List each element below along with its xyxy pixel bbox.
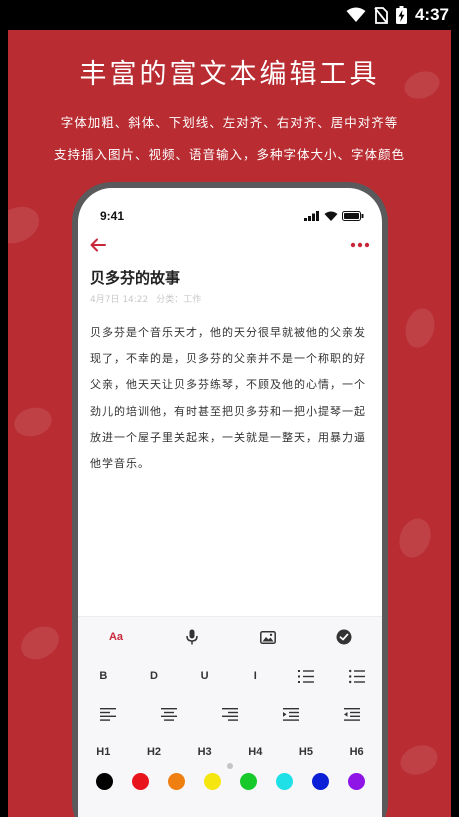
phone-time: 9:41 [100,209,125,223]
system-status-bar: 4:37 [0,0,459,30]
strikethrough-button[interactable]: D [132,662,176,690]
color-swatch-red[interactable] [131,773,149,790]
phone-screen: 9:41 贝多芬的故事 4月7日 14:22 分类：工作 贝多芬是个音乐天才，他… [78,188,382,817]
status-time: 4:37 [414,5,449,24]
battery-icon [342,211,364,221]
microphone-icon[interactable] [170,623,214,651]
toolbar-row-align [78,699,382,729]
toolbar-row-insert: Aa [78,622,382,652]
decorative-bean [15,620,65,666]
decorative-bean [8,199,46,251]
promo-feature-line-2: 支持插入图片、视频、语音输入，多种字体大小、字体颜色 [53,147,405,162]
font-style-button[interactable]: Aa [94,623,138,651]
more-options-icon[interactable] [350,242,370,248]
indent-increase-icon[interactable] [269,700,313,728]
note-nav-bar [90,232,370,258]
indent-decrease-icon[interactable] [330,700,374,728]
no-sim-icon [374,6,388,24]
italic-button[interactable]: I [233,662,277,690]
color-swatch-purple[interactable] [347,773,365,790]
note-meta: 4月7日 14:22 分类：工作 [90,292,201,305]
promo-feature-line-1: 字体加粗、斜体、下划线、左对齐、右对齐、居中对齐等 [60,115,399,130]
bold-button[interactable]: B [81,662,125,690]
font-color-palette [86,773,374,790]
heading-4-button[interactable]: H4 [233,738,277,766]
status-icons: 4:37 [346,5,449,25]
heading-5-button[interactable]: H5 [284,738,328,766]
underline-button[interactable]: U [183,662,227,690]
align-left-icon[interactable] [86,700,130,728]
color-swatch-cyan[interactable] [275,773,293,790]
note-body[interactable]: 贝多芬是个音乐天才，他的天分很早就被他的父亲发现了，不幸的是，贝多芬的父亲并不是… [90,320,370,477]
decorative-bean [396,740,442,780]
promo-panel: 丰富的富文本编辑工具 字体加粗、斜体、下划线、左对齐、右对齐、居中对齐等 支持插… [8,30,451,817]
page-indicator-dot [227,763,233,769]
color-swatch-black[interactable] [95,773,113,790]
align-right-icon[interactable] [208,700,252,728]
wifi-icon [346,7,366,23]
wifi-icon [324,211,338,221]
color-swatch-yellow[interactable] [203,773,221,790]
color-swatch-orange[interactable] [167,773,185,790]
promo-title: 丰富的富文本编辑工具 [79,59,380,90]
phone-status-icons [304,211,364,221]
bullet-list-icon[interactable] [335,662,379,690]
image-icon[interactable] [246,623,290,651]
ordered-list-icon[interactable] [284,662,328,690]
heading-6-button[interactable]: H6 [335,738,379,766]
decorative-bean [401,305,439,351]
heading-2-button[interactable]: H2 [132,738,176,766]
color-swatch-blue[interactable] [311,773,329,790]
color-swatch-green[interactable] [239,773,257,790]
note-title[interactable]: 贝多芬的故事 [90,267,180,288]
note-category: 分类：工作 [156,295,202,305]
note-date: 4月7日 14:22 [90,295,149,305]
battery-charging-icon [395,6,407,24]
phone-status-bar: 9:41 [100,208,364,224]
toolbar-row-format: B D U I [78,661,382,691]
decorative-bean [11,403,55,441]
signal-icon [304,211,320,221]
rich-text-toolbar: Aa B D U I H1 H2 H3 H4 H5 H6 [78,616,382,817]
back-arrow-icon[interactable] [90,238,106,252]
phone-mockup: 9:41 贝多芬的故事 4月7日 14:22 分类：工作 贝多芬是个音乐天才，他… [72,182,388,817]
align-center-icon[interactable] [147,700,191,728]
heading-1-button[interactable]: H1 [81,738,125,766]
heading-3-button[interactable]: H3 [183,738,227,766]
check-circle-icon[interactable] [322,623,366,651]
decorative-bean [394,514,436,562]
